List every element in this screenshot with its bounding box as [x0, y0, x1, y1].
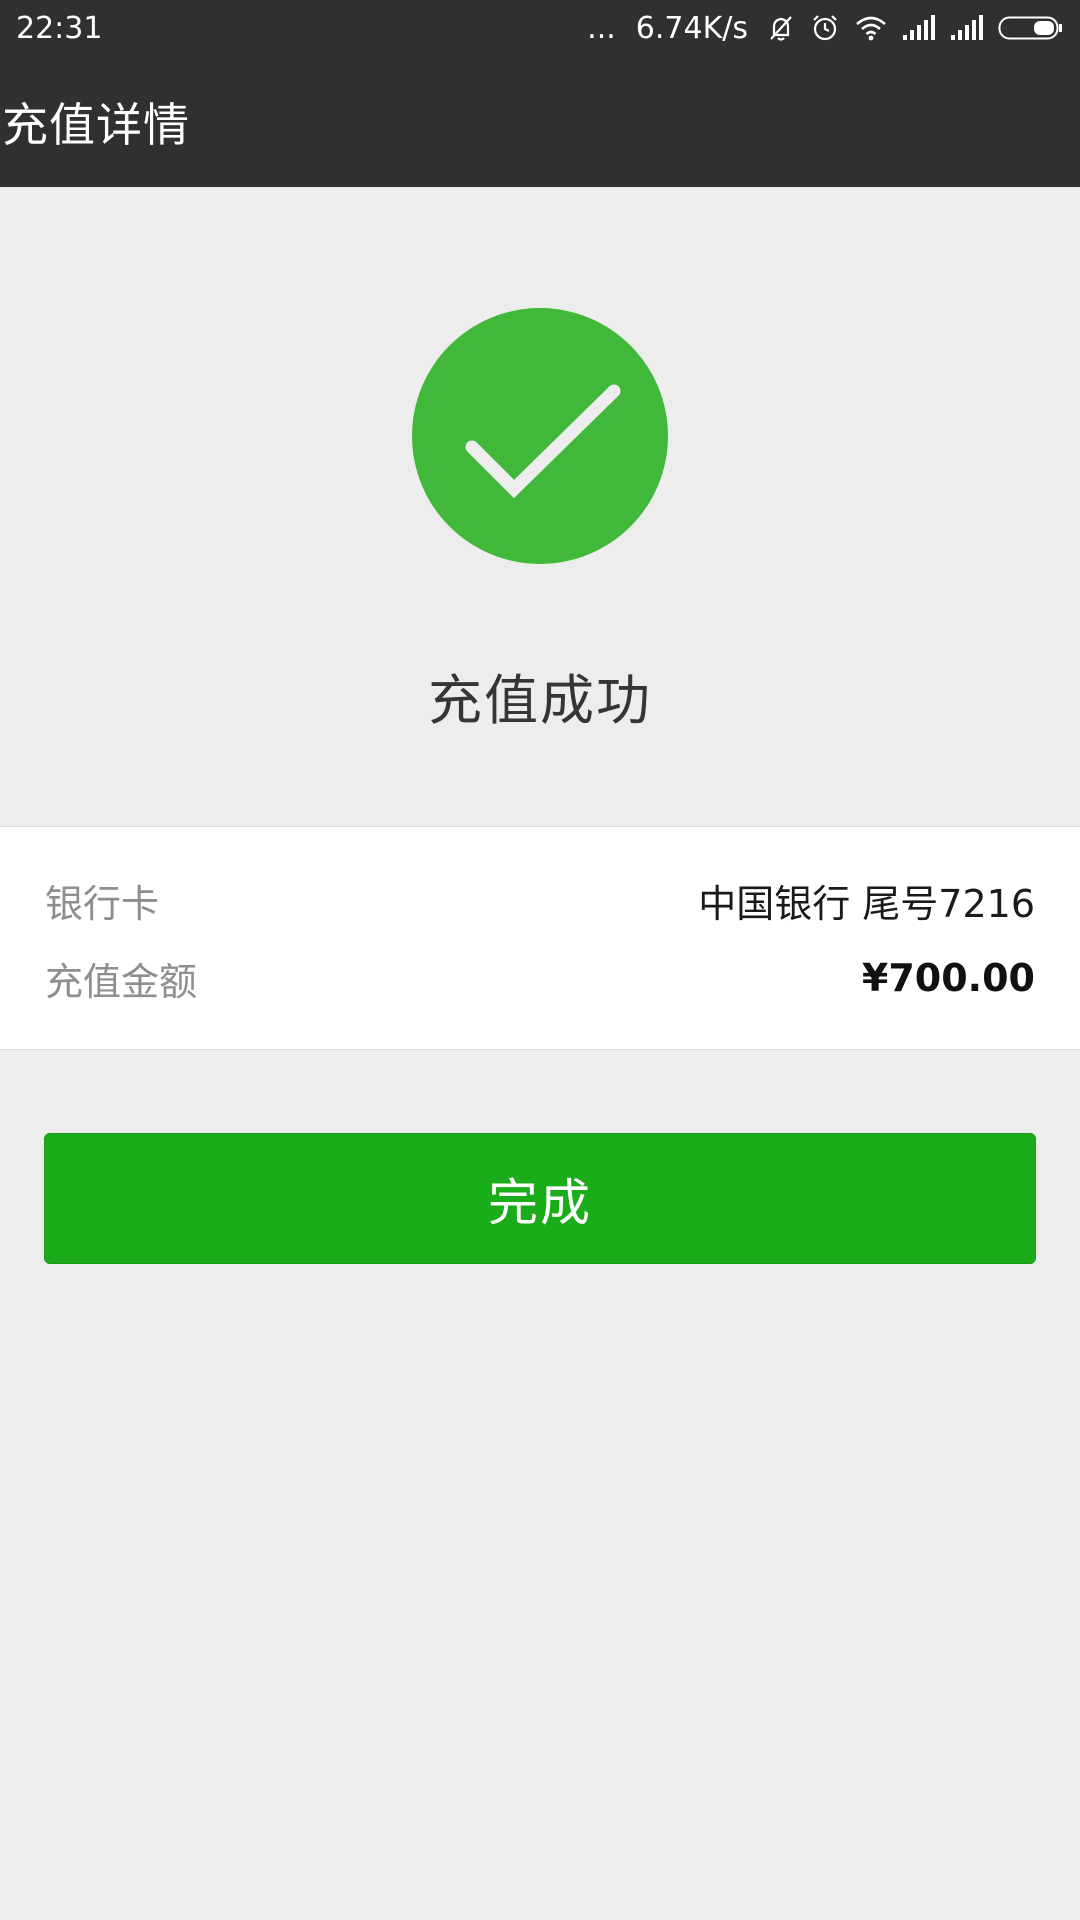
amount-row: 充值金额 ¥700.00 — [45, 951, 1035, 1005]
status-bar: 22:31 ... 6.74K/s — [0, 0, 1080, 56]
wifi-icon — [854, 13, 888, 43]
page-title: 充值详情 — [2, 97, 190, 152]
signal-icon — [950, 15, 984, 41]
network-speed: 6.74K/s — [635, 10, 748, 46]
more-notifications-indicator: ... — [587, 10, 616, 46]
bank-card-value: 中国银行 尾号7216 — [698, 881, 1035, 926]
title-bar: 充值详情 — [0, 56, 1080, 187]
mute-bell-icon — [766, 13, 796, 43]
success-message: 充值成功 — [428, 669, 652, 732]
signal-icon — [902, 15, 936, 41]
app-screen: 22:31 ... 6.74K/s 充值详情 充值成功 银行卡 中国银行 尾号7… — [0, 0, 1080, 1920]
alarm-clock-icon — [810, 13, 840, 43]
checkmark-circle-icon — [412, 308, 668, 564]
details-card: 银行卡 中国银行 尾号7216 充值金额 ¥700.00 — [0, 826, 1080, 1050]
amount-value: ¥700.00 — [861, 956, 1035, 1000]
status-indicators: ... 6.74K/s — [587, 11, 1064, 46]
done-button[interactable]: 完成 — [44, 1133, 1036, 1264]
amount-label: 充值金额 — [45, 959, 198, 1004]
bank-card-row: 银行卡 中国银行 尾号7216 — [45, 873, 1035, 927]
battery-icon — [998, 14, 1064, 42]
bank-card-label: 银行卡 — [45, 881, 160, 926]
status-time: 22:31 — [16, 10, 103, 46]
